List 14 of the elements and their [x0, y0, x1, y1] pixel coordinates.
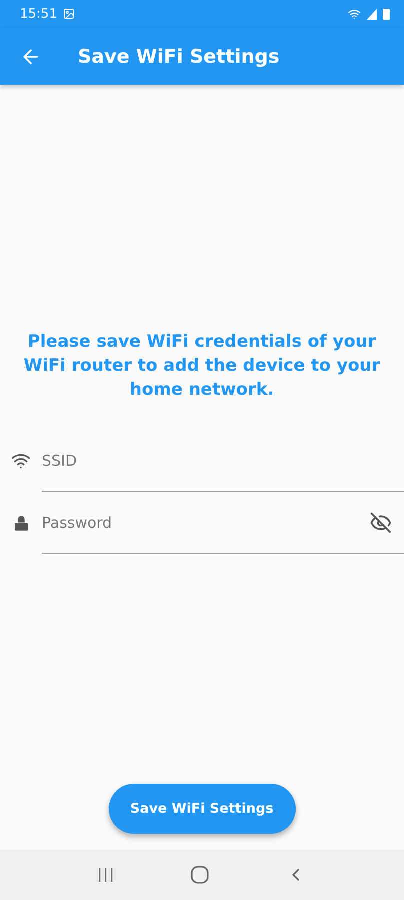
password-field[interactable]: Password	[42, 492, 404, 554]
wifi-signal-icon	[348, 8, 361, 20]
save-wifi-settings-button[interactable]: Save WiFi Settings	[108, 784, 296, 834]
signal-icon	[367, 8, 377, 20]
lock-icon	[12, 514, 30, 532]
recent-apps-icon[interactable]	[98, 868, 114, 882]
home-icon[interactable]	[190, 866, 209, 884]
status-time: 15:51	[20, 6, 58, 22]
battery-icon	[383, 8, 390, 20]
eye-off-icon[interactable]	[370, 512, 392, 534]
app-bar-title: Save WiFi Settings	[78, 46, 280, 68]
instruction-text: Please save WiFi credentials of your WiFi router to add the device to your home network.	[22, 331, 382, 402]
ssid-field[interactable]: SSID	[42, 430, 404, 492]
image-icon	[63, 8, 76, 20]
